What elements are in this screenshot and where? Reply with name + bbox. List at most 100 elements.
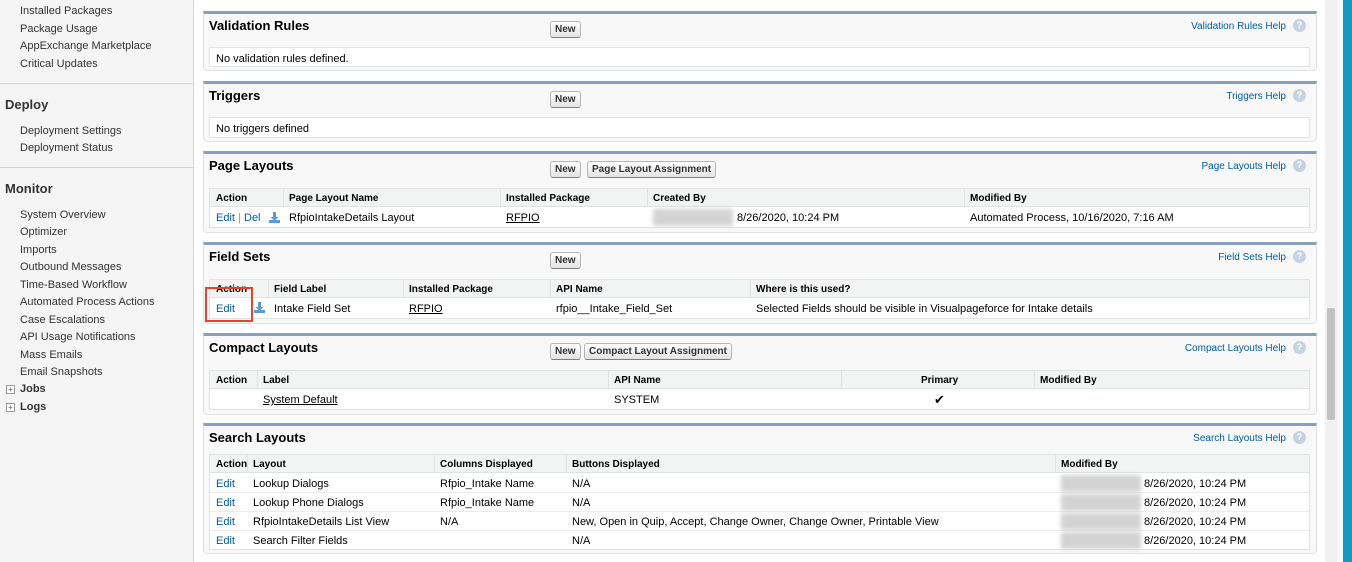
- new-validation-rule-button[interactable]: New: [550, 21, 581, 38]
- delete-link[interactable]: Del: [244, 212, 261, 224]
- sidebar-item-jobs[interactable]: Jobs: [20, 383, 46, 395]
- validation-rules-help-link[interactable]: Validation Rules Help: [1191, 21, 1286, 32]
- created-date: 8/26/2020, 10:24 PM: [737, 212, 840, 224]
- new-field-set-button[interactable]: New: [550, 252, 581, 269]
- sidebar-item-logs[interactable]: Logs: [20, 401, 46, 413]
- column-divider: [964, 189, 965, 207]
- column-divider: [247, 455, 248, 473]
- sidebar-item-automated-process-actions[interactable]: Automated Process Actions: [20, 296, 155, 308]
- sidebar-item-deployment-settings[interactable]: Deployment Settings: [20, 125, 122, 137]
- sidebar-item-optimizer[interactable]: Optimizer: [20, 226, 67, 238]
- column-divider: [257, 371, 258, 389]
- empty-message: No triggers defined: [216, 123, 309, 135]
- sidebar-item-case-escalations[interactable]: Case Escalations: [20, 314, 105, 326]
- sidebar-item-email-snapshots[interactable]: Email Snapshots: [20, 366, 103, 378]
- sidebar-item-imports[interactable]: Imports: [20, 244, 57, 256]
- help-icon[interactable]: ?: [1293, 19, 1306, 32]
- compact-layout-link[interactable]: System Default: [263, 394, 338, 406]
- column-header: Buttons Displayed: [572, 459, 660, 470]
- new-page-layout-button[interactable]: New: [550, 161, 581, 178]
- modified-date: 8/26/2020, 10:24 PM: [1144, 478, 1247, 490]
- expand-icon[interactable]: +: [6, 385, 15, 394]
- page-layouts-help-link[interactable]: Page Layouts Help: [1201, 161, 1286, 172]
- redacted-user: [1061, 532, 1141, 549]
- sidebar-item-critical-updates[interactable]: Critical Updates: [20, 58, 98, 70]
- sidebar-item-deployment-status[interactable]: Deployment Status: [20, 142, 113, 154]
- column-header: Installed Package: [506, 193, 590, 204]
- help-icon[interactable]: ?: [1293, 89, 1306, 102]
- sidebar-item-time-based-workflow[interactable]: Time-Based Workflow: [20, 279, 127, 291]
- page-layout-assignment-button[interactable]: Page Layout Assignment: [587, 161, 717, 178]
- empty-message: No validation rules defined.: [216, 53, 349, 65]
- sidebar-item-system-overview[interactable]: System Overview: [20, 209, 106, 221]
- buttons-displayed: N/A: [572, 478, 591, 490]
- sidebar-item-installed-packages[interactable]: Installed Packages: [20, 5, 112, 17]
- edit-link[interactable]: Edit: [216, 478, 235, 490]
- field-sets-help-link[interactable]: Field Sets Help: [1218, 252, 1286, 263]
- page-layouts-section: Page Layouts New Page Layout Assignment …: [203, 151, 1317, 233]
- edit-link[interactable]: Edit: [216, 535, 235, 547]
- table-row: System Default SYSTEM ✔: [210, 390, 1309, 409]
- sidebar-item-package-usage[interactable]: Package Usage: [20, 23, 98, 35]
- column-header: Field Label: [274, 284, 327, 295]
- redacted-user: [1061, 513, 1141, 530]
- compact-layout-assignment-button[interactable]: Compact Layout Assignment: [584, 343, 732, 360]
- column-divider: [500, 189, 501, 207]
- installed-package-link[interactable]: RFPIO: [506, 212, 540, 224]
- help-icon[interactable]: ?: [1293, 250, 1306, 263]
- expand-icon[interactable]: +: [6, 403, 15, 412]
- compact-layouts-help-link[interactable]: Compact Layouts Help: [1185, 343, 1286, 354]
- search-layouts-table: Action Layout Columns Displayed Buttons …: [209, 454, 1310, 550]
- edit-link[interactable]: Edit: [216, 212, 235, 224]
- sidebar-heading-monitor: Monitor: [5, 181, 53, 196]
- new-compact-layout-button[interactable]: New: [550, 343, 581, 360]
- column-divider: [550, 280, 551, 298]
- column-header: Page Layout Name: [289, 193, 379, 204]
- modified-by: Automated Process, 10/16/2020, 7:16 AM: [970, 212, 1174, 224]
- section-title: Validation Rules: [209, 18, 310, 33]
- columns-displayed: Rfpio_Intake Name: [440, 497, 535, 509]
- layout-name: Lookup Phone Dialogs: [253, 497, 364, 509]
- installed-package-link[interactable]: RFPIO: [409, 303, 443, 315]
- redacted-user: [653, 209, 733, 226]
- column-divider: [608, 371, 609, 389]
- triggers-help-link[interactable]: Triggers Help: [1226, 91, 1286, 102]
- edit-link[interactable]: Edit: [216, 497, 235, 509]
- column-divider: [647, 189, 648, 207]
- column-divider: [841, 371, 842, 389]
- redacted-user: [1061, 494, 1141, 511]
- column-header: Label: [263, 375, 290, 386]
- sidebar-item-mass-emails[interactable]: Mass Emails: [20, 349, 82, 361]
- layout-name: RfpioIntakeDetails List View: [253, 516, 390, 528]
- column-header: Where is this used?: [756, 284, 851, 295]
- section-title: Page Layouts: [209, 158, 294, 173]
- help-icon[interactable]: ?: [1293, 341, 1306, 354]
- table-header: Action Field Label Installed Package API…: [210, 280, 1309, 298]
- column-divider: [750, 280, 751, 298]
- sidebar-item-api-usage-notifications[interactable]: API Usage Notifications: [20, 331, 136, 343]
- column-divider: [1055, 455, 1056, 473]
- columns-displayed: N/A: [440, 516, 459, 528]
- scrollbar-thumb[interactable]: [1327, 308, 1335, 420]
- column-header: Installed Package: [409, 284, 493, 295]
- download-icon: [269, 212, 280, 223]
- table-row: Edit | Del RfpioIntakeDetails Layout RFP…: [210, 208, 1309, 227]
- sidebar-item-appexchange[interactable]: AppExchange Marketplace: [20, 40, 151, 52]
- vertical-scrollbar[interactable]: [1325, 0, 1337, 562]
- sidebar-item-outbound-messages[interactable]: Outbound Messages: [20, 261, 122, 273]
- new-trigger-button[interactable]: New: [550, 91, 581, 108]
- field-sets-table: Action Field Label Installed Package API…: [209, 279, 1310, 319]
- modified-date: 8/26/2020, 10:24 PM: [1144, 497, 1247, 509]
- search-layouts-help-link[interactable]: Search Layouts Help: [1193, 433, 1286, 444]
- column-divider: [566, 455, 567, 473]
- column-header: Modified By: [1061, 459, 1118, 470]
- triggers-section: Triggers New Triggers Help ? No triggers…: [203, 81, 1317, 142]
- table-row: Edit Search Filter Fields N/A 8/26/2020,…: [210, 531, 1309, 550]
- layout-name: RfpioIntakeDetails Layout: [289, 212, 415, 224]
- column-divider: [403, 280, 404, 298]
- table-header: Action Page Layout Name Installed Packag…: [210, 189, 1309, 207]
- table-row: Edit Lookup Phone Dialogs Rfpio_Intake N…: [210, 493, 1309, 512]
- help-icon[interactable]: ?: [1293, 431, 1306, 444]
- help-icon[interactable]: ?: [1293, 159, 1306, 172]
- edit-link[interactable]: Edit: [216, 516, 235, 528]
